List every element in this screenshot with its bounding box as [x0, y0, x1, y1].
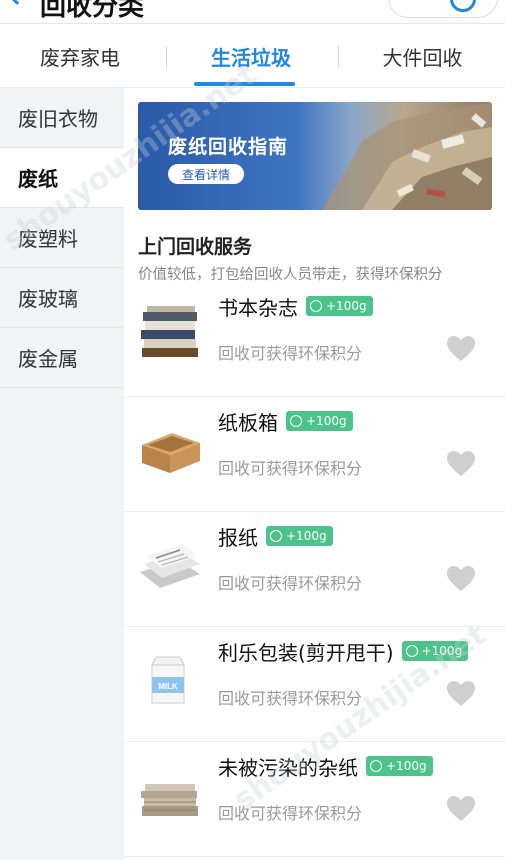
item-name: 未被污染的杂纸 +100g — [218, 752, 433, 781]
points-badge: +100g — [306, 296, 373, 316]
points-badge: +100g — [401, 641, 469, 661]
sidebar-item-paper[interactable]: 废纸 — [0, 148, 124, 208]
alarm-icon — [370, 760, 382, 772]
item-subtitle: 回收可获得环保积分 — [218, 459, 363, 478]
newspaper-icon — [140, 544, 200, 588]
view-details-button[interactable]: 查看详情 — [168, 164, 244, 184]
heart-icon[interactable] — [446, 450, 476, 478]
section-subtitle: 价值较低，打包给回收人员带走，获得环保积分 — [138, 267, 443, 283]
list-item[interactable]: 报纸 +100g 回收可获得环保积分 — [124, 512, 505, 627]
milk-carton-icon: MILK — [151, 656, 185, 704]
item-name: 利乐包装(剪开甩干) +100g — [218, 637, 469, 666]
points-badge: +100g — [266, 526, 333, 546]
tab-appliances[interactable]: 废弃家电 — [0, 24, 160, 88]
item-subtitle: 回收可获得环保积分 — [218, 574, 363, 593]
active-tab-indicator — [194, 82, 295, 86]
books-icon — [141, 306, 198, 357]
sidebar-item-plastic[interactable]: 废塑料 — [0, 208, 124, 268]
top-header: 回收分类 — [0, 0, 505, 24]
tab-divider — [166, 46, 167, 68]
alarm-icon — [310, 300, 322, 312]
list-item[interactable]: MILK 利乐包装(剪开甩干) +100g 回收可获得环保积分 — [124, 627, 505, 742]
item-subtitle: 回收可获得环保积分 — [218, 344, 363, 363]
item-subtitle: 回收可获得环保积分 — [218, 804, 363, 823]
item-name: 报纸 +100g — [218, 522, 333, 551]
points-badge: +100g — [286, 411, 353, 431]
tab-divider — [338, 46, 339, 68]
item-name: 纸板箱 +100g — [218, 407, 353, 436]
heart-icon[interactable] — [446, 335, 476, 363]
banner-title: 废纸回收指南 — [168, 136, 289, 158]
list-item[interactable]: 未被污染的杂纸 +100g 回收可获得环保积分 — [124, 742, 505, 857]
milk-label: MILK — [158, 682, 178, 691]
sidebar: 废旧衣物 废纸 废塑料 废玻璃 废金属 — [0, 88, 124, 860]
back-arrow-icon[interactable] — [7, 0, 27, 5]
heart-icon[interactable] — [446, 565, 476, 593]
paper-pile-image — [322, 102, 492, 210]
header-action-pill[interactable] — [388, 0, 498, 18]
tab-household-waste[interactable]: 生活垃圾 — [168, 24, 334, 88]
tab-bulky-items[interactable]: 大件回收 — [340, 24, 505, 88]
list-item[interactable]: 纸板箱 +100g 回收可获得环保积分 — [124, 397, 505, 512]
heart-icon[interactable] — [446, 795, 476, 823]
points-badge: +100g — [366, 756, 433, 776]
heart-icon[interactable] — [446, 680, 476, 708]
sidebar-item-clothes[interactable]: 废旧衣物 — [0, 88, 124, 148]
sidebar-item-metal[interactable]: 废金属 — [0, 328, 124, 388]
paper-stack-icon — [141, 784, 198, 816]
page-title: 回收分类 — [40, 0, 145, 22]
paper-recycling-banner[interactable]: 废纸回收指南 查看详情 — [138, 102, 492, 210]
alarm-icon — [290, 415, 302, 427]
sidebar-item-glass[interactable]: 废玻璃 — [0, 268, 124, 328]
list-item[interactable]: 书本杂志 +100g 回收可获得环保积分 — [124, 282, 505, 397]
alarm-icon — [270, 530, 282, 542]
category-tabs: 废弃家电 生活垃圾 大件回收 — [0, 24, 505, 88]
cardboard-box-icon — [142, 433, 200, 473]
alarm-icon — [405, 645, 418, 657]
section-title: 上门回收服务 — [138, 236, 253, 258]
item-subtitle: 回收可获得环保积分 — [218, 689, 363, 708]
item-name: 书本杂志 +100g — [218, 292, 373, 321]
